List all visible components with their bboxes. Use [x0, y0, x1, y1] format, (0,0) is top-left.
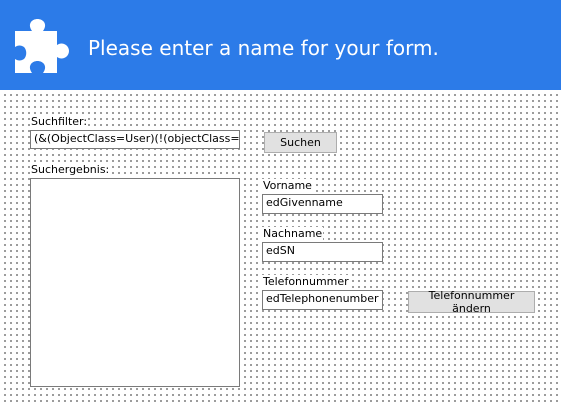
- given-name-label: Vorname: [262, 179, 313, 192]
- form-title-bar: Please enter a name for your form.: [0, 0, 561, 90]
- phone-field[interactable]: edTelephonenumber: [262, 290, 383, 310]
- search-filter-label: Suchfilter:: [30, 115, 89, 128]
- surname-label: Nachname: [262, 227, 324, 240]
- search-filter-input[interactable]: (&(ObjectClass=User)(!(objectClass=Comp: [30, 130, 240, 149]
- search-button[interactable]: Suchen: [264, 132, 337, 153]
- phone-label: Telefonnummer: [262, 275, 350, 288]
- search-result-list[interactable]: [30, 178, 240, 387]
- change-phone-button[interactable]: Telefonnummer ändern: [408, 289, 535, 315]
- form-design-canvas[interactable]: Suchfilter: (&(ObjectClass=User)(!(objec…: [0, 90, 561, 403]
- search-result-label: Suchergebnis:: [30, 163, 111, 176]
- surname-field[interactable]: edSN: [262, 242, 383, 262]
- puzzle-piece-icon: [15, 19, 69, 73]
- given-name-field[interactable]: edGivenname: [262, 194, 383, 214]
- form-title[interactable]: Please enter a name for your form.: [88, 34, 439, 62]
